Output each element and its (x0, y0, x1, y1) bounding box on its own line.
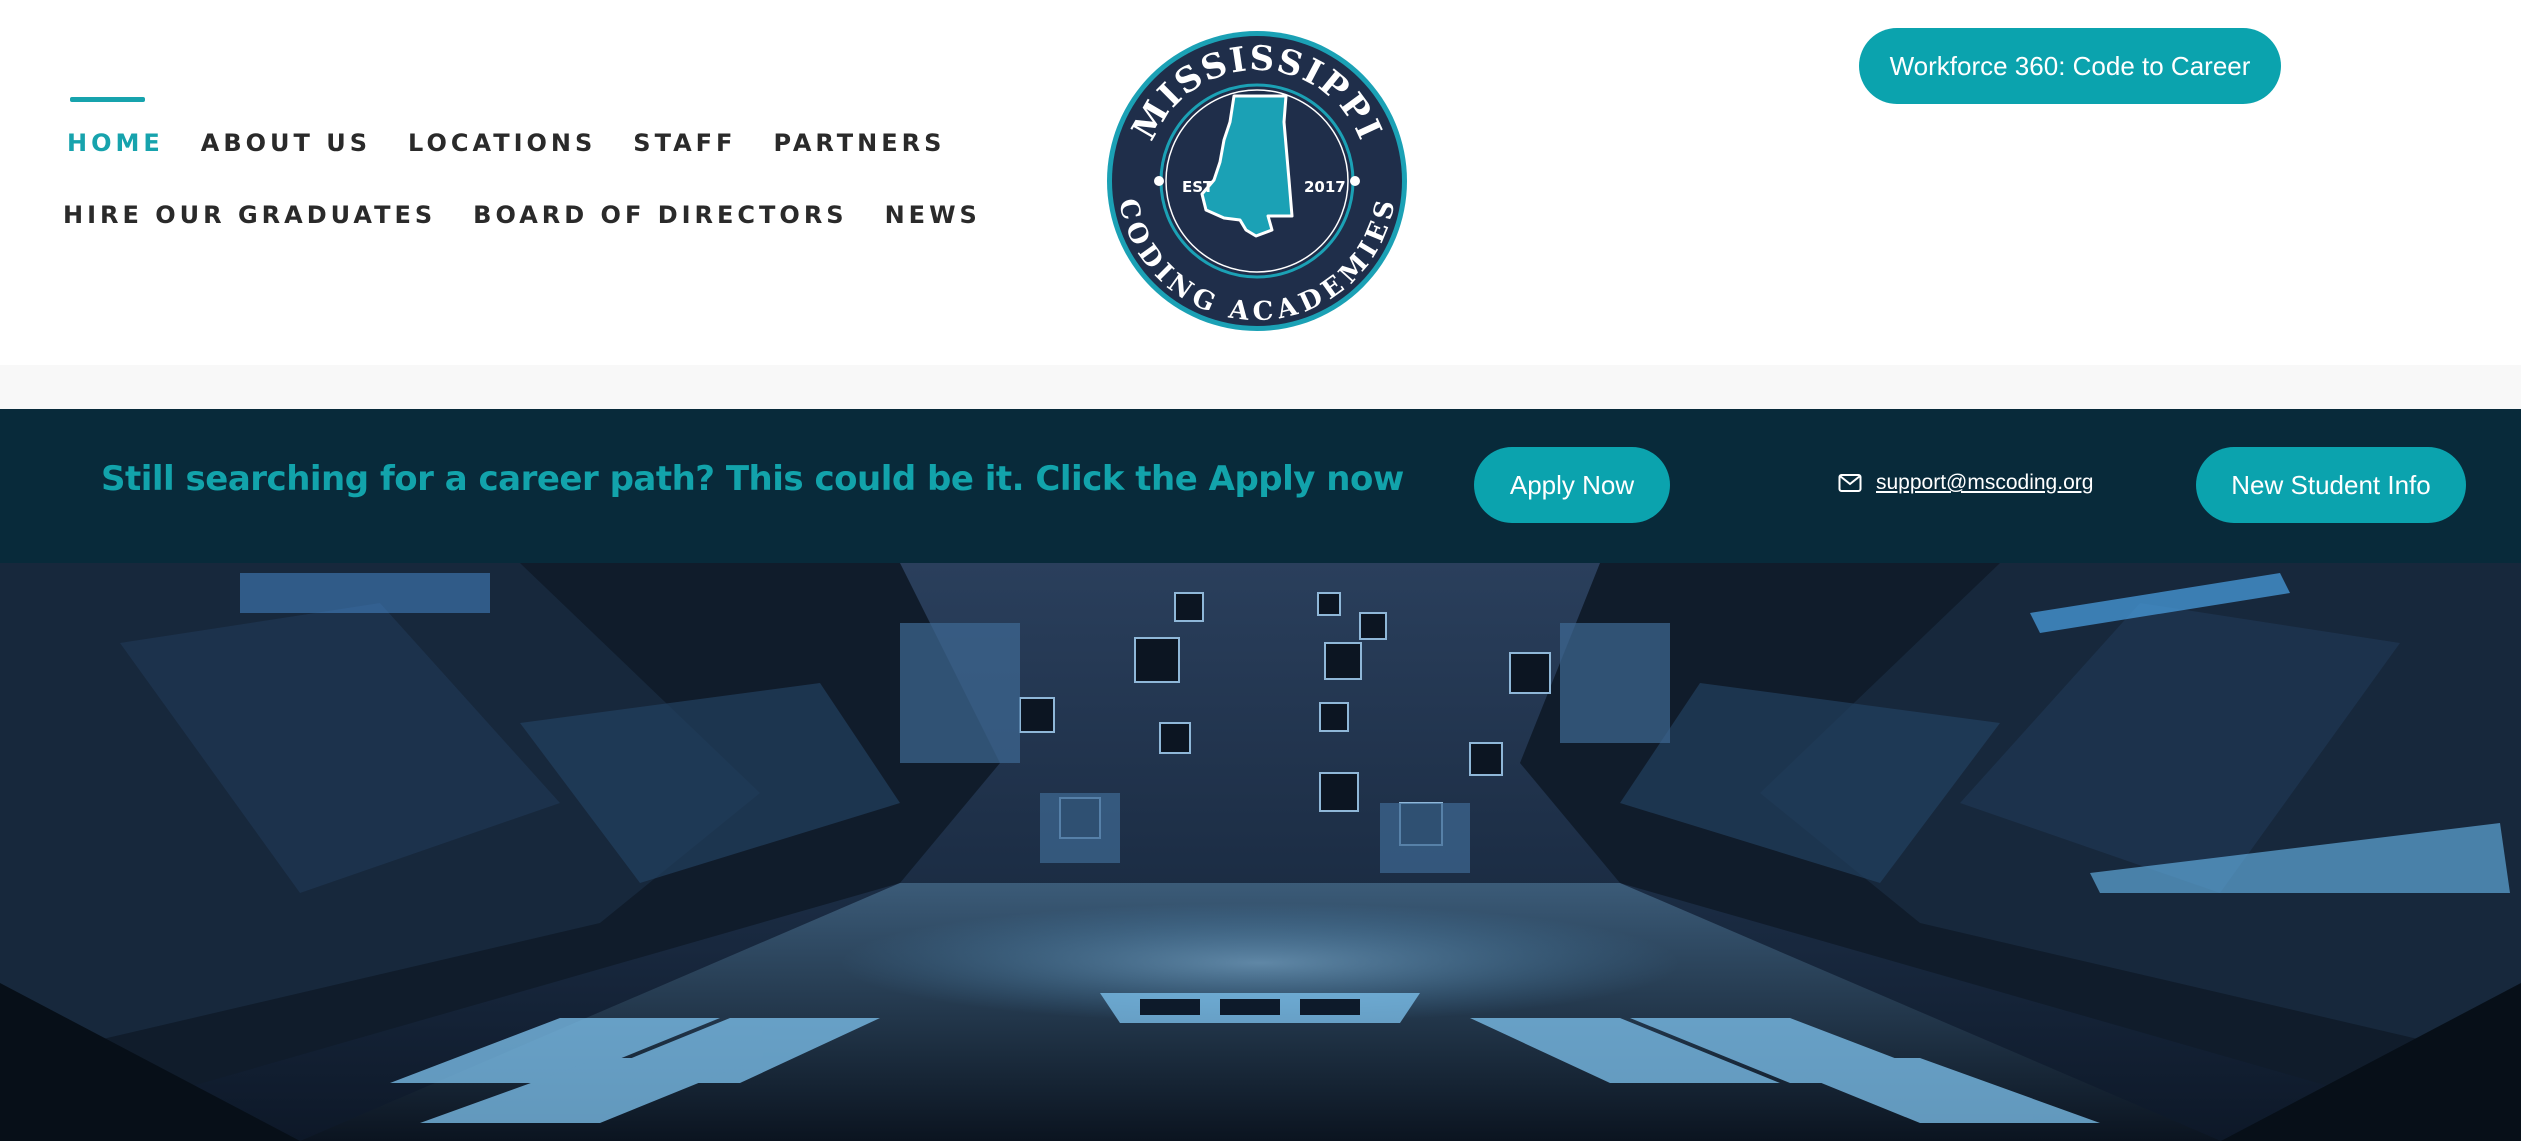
new-student-info-button[interactable]: New Student Info (2196, 447, 2466, 523)
nav-locations[interactable]: LOCATIONS (408, 125, 596, 161)
nav-hire-our-graduates[interactable]: HIRE OUR GRADUATES (63, 197, 436, 233)
workforce-360-button[interactable]: Workforce 360: Code to Career (1859, 28, 2281, 104)
nav-row-primary: HOME ABOUT US LOCATIONS STAFF PARTNERS (67, 97, 982, 161)
nav-board-of-directors[interactable]: BOARD OF DIRECTORS (473, 197, 847, 233)
banner-message: Still searching for a career path? This … (101, 459, 1404, 499)
logo-year: 2017 (1304, 178, 1346, 196)
mississippi-coding-academies-seal: MISSISSIPPI CODING ACADEMIES EST 2017 (1107, 31, 1407, 331)
futuristic-corridor-illustration (0, 563, 2521, 1141)
apply-now-button[interactable]: Apply Now (1474, 447, 1670, 523)
hero-image (0, 563, 2521, 1141)
support-email-text: support@mscoding.org (1876, 471, 2094, 494)
envelope-icon (1838, 474, 1862, 492)
site-logo[interactable]: MISSISSIPPI CODING ACADEMIES EST 2017 (1106, 30, 1408, 332)
nav-news[interactable]: NEWS (885, 197, 981, 233)
support-email-link[interactable]: support@mscoding.org (1838, 471, 2093, 495)
nav-staff[interactable]: STAFF (633, 125, 736, 161)
nav-row-secondary: HIRE OUR GRADUATES BOARD OF DIRECTORS NE… (63, 197, 1018, 233)
nav-home[interactable]: HOME (67, 97, 164, 161)
header-divider-strip (0, 365, 2521, 409)
nav-about-us[interactable]: ABOUT US (201, 125, 371, 161)
nav-partners[interactable]: PARTNERS (773, 125, 945, 161)
logo-est-label: EST (1182, 178, 1214, 196)
site-header: HOME ABOUT US LOCATIONS STAFF PARTNERS H… (0, 0, 2521, 365)
apply-banner: Still searching for a career path? This … (0, 409, 2521, 563)
